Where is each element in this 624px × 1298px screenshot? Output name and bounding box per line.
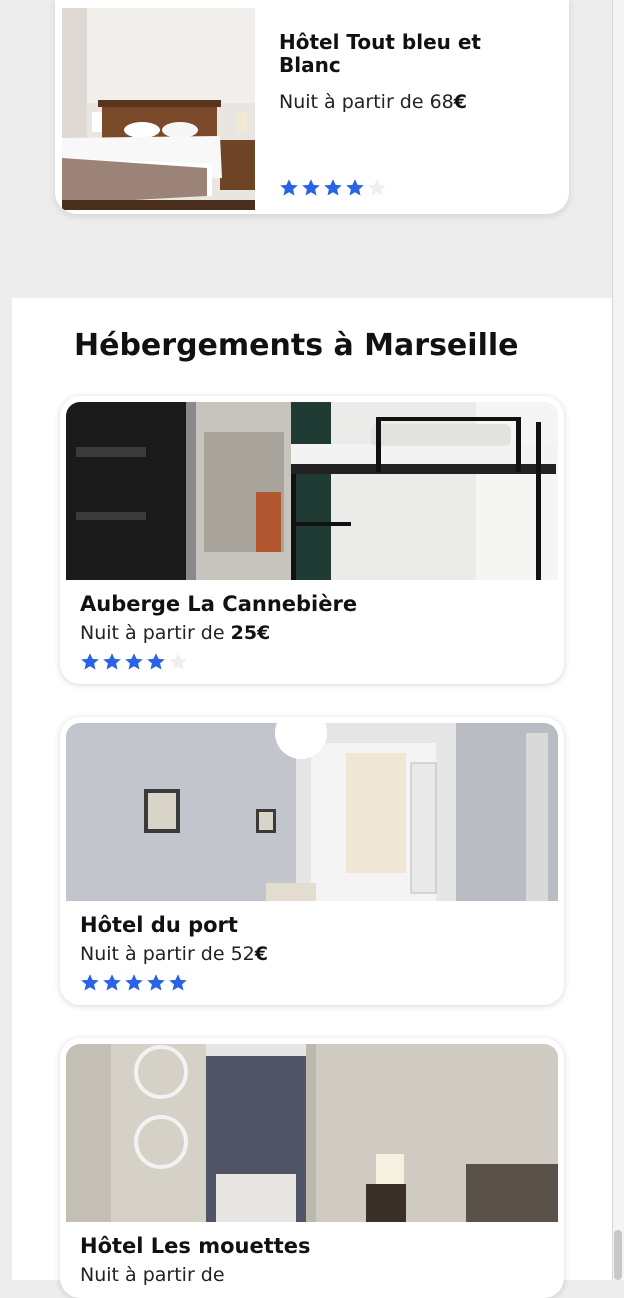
hotel-price: Nuit à partir de 68€ xyxy=(279,91,468,113)
star-filled-icon xyxy=(323,178,343,197)
scrollbar-track[interactable] xyxy=(612,0,624,1280)
star-empty-icon xyxy=(168,652,188,671)
hotel-card[interactable]: Hôtel du port Nuit à partir de 52€ xyxy=(60,717,564,1005)
star-filled-icon xyxy=(102,973,122,992)
hotel-name: Auberge La Cannebière xyxy=(80,592,358,616)
star-rating xyxy=(279,178,387,197)
hotel-price: Nuit à partir de xyxy=(80,1264,225,1286)
hotel-name: Hôtel du port xyxy=(80,913,238,937)
section-title: Hébergements à Marseille xyxy=(74,328,519,363)
hotel-room-photo xyxy=(66,1044,558,1222)
star-rating xyxy=(80,973,188,992)
hotel-price: Nuit à partir de 52€ xyxy=(80,943,269,965)
hotel-card[interactable]: Auberge La Cannebière Nuit à partir de 2… xyxy=(60,396,564,684)
star-filled-icon xyxy=(279,178,299,197)
star-filled-icon xyxy=(80,652,100,671)
hotel-card[interactable]: Hôtel Les mouettes Nuit à partir de xyxy=(60,1038,564,1298)
hostel-room-photo xyxy=(66,402,558,580)
star-filled-icon xyxy=(301,178,321,197)
star-filled-icon xyxy=(124,973,144,992)
star-empty-icon xyxy=(367,178,387,197)
hotel-name: Hôtel Les mouettes xyxy=(80,1234,311,1258)
star-filled-icon xyxy=(168,973,188,992)
star-filled-icon xyxy=(345,178,365,197)
star-filled-icon xyxy=(124,652,144,671)
star-filled-icon xyxy=(146,973,166,992)
star-filled-icon xyxy=(80,973,100,992)
hotel-name: Hôtel Tout bleu et Blanc xyxy=(279,30,481,77)
star-filled-icon xyxy=(102,652,122,671)
hotel-room-photo xyxy=(62,8,255,210)
hotel-room-photo xyxy=(66,723,558,901)
hotel-price: Nuit à partir de 25€ xyxy=(80,622,271,644)
featured-hotel-card[interactable]: Hôtel Tout bleu et Blanc Nuit à partir d… xyxy=(55,0,569,214)
star-filled-icon xyxy=(146,652,166,671)
star-rating xyxy=(80,652,188,671)
scrollbar-thumb[interactable] xyxy=(614,1230,622,1280)
marseille-section: Hébergements à Marseille Auberge La Cann… xyxy=(12,298,612,1298)
